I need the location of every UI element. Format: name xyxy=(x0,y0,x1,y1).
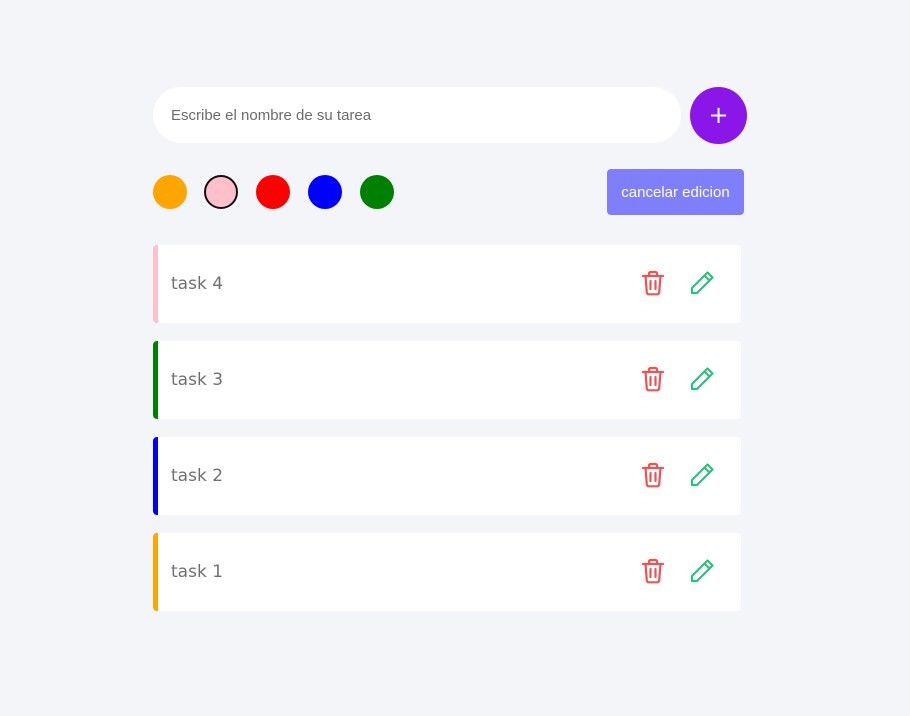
task-color-bar xyxy=(153,533,158,611)
todo-app: + cancelar edicion task 4 task 3 task 2 xyxy=(153,87,747,629)
task-color-bar xyxy=(153,245,158,323)
trash-icon[interactable] xyxy=(639,365,667,393)
task-item: task 2 xyxy=(153,437,741,515)
task-list: task 4 task 3 task 2 task 1 xyxy=(153,245,747,611)
cancel-edit-button[interactable]: cancelar edicion xyxy=(607,169,744,215)
color-swatch-blue[interactable] xyxy=(308,175,342,209)
trash-icon[interactable] xyxy=(639,269,667,297)
task-name-input[interactable] xyxy=(153,87,681,143)
pencil-icon[interactable] xyxy=(688,365,716,393)
trash-icon[interactable] xyxy=(639,461,667,489)
task-item: task 3 xyxy=(153,341,741,419)
task-item: task 1 xyxy=(153,533,741,611)
color-swatch-pink[interactable] xyxy=(204,175,238,209)
pencil-icon[interactable] xyxy=(688,269,716,297)
task-label: task 2 xyxy=(171,466,224,486)
task-label: task 3 xyxy=(171,370,224,390)
pencil-icon[interactable] xyxy=(688,461,716,489)
task-input-row: + xyxy=(153,87,747,144)
task-item: task 4 xyxy=(153,245,741,323)
task-label: task 4 xyxy=(171,274,224,294)
task-color-bar xyxy=(153,437,158,515)
color-swatch-red[interactable] xyxy=(256,175,290,209)
task-color-bar xyxy=(153,341,158,419)
color-swatch-green[interactable] xyxy=(360,175,394,209)
task-label: task 1 xyxy=(171,562,224,582)
add-task-button[interactable]: + xyxy=(690,87,747,144)
color-picker-row: cancelar edicion xyxy=(153,169,747,215)
pencil-icon[interactable] xyxy=(688,557,716,585)
color-swatch-orange[interactable] xyxy=(153,175,187,209)
trash-icon[interactable] xyxy=(639,557,667,585)
